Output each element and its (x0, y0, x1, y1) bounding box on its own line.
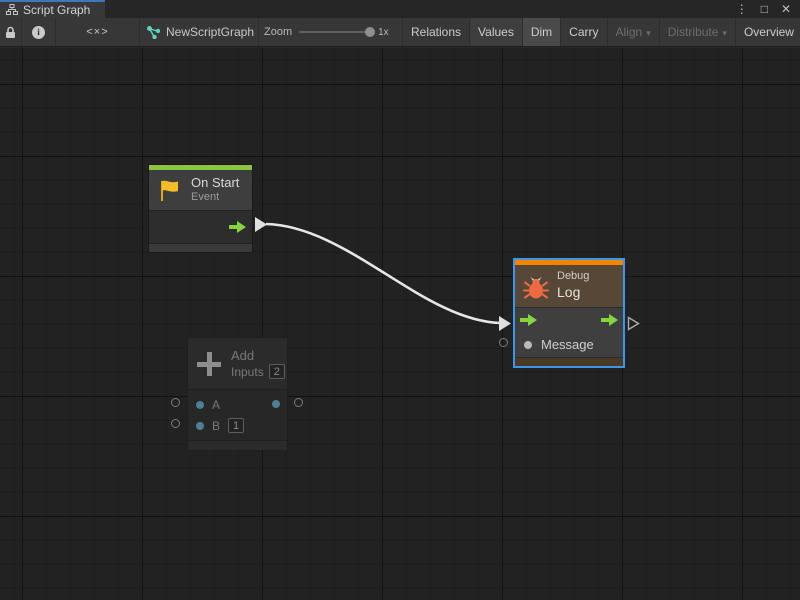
lock-button[interactable] (0, 18, 22, 46)
on-start-header: On Start Event (149, 170, 252, 210)
info-icon: i (32, 26, 45, 39)
connection-end-arrowhead-icon (499, 316, 511, 331)
value-port-dot-icon[interactable] (196, 422, 204, 430)
flow-input-port-icon[interactable] (520, 314, 537, 326)
port-b-value-field[interactable]: 1 (228, 418, 244, 433)
message-input-ring-icon[interactable] (499, 338, 508, 347)
debug-log-header: Debug Log (515, 265, 623, 307)
window-controls: ⋮ □ ✕ (736, 0, 800, 18)
bug-icon (523, 273, 549, 300)
button-label: Carry (569, 25, 598, 39)
code-preview-button[interactable]: <×> (56, 18, 140, 46)
info-button[interactable]: i (22, 18, 56, 46)
flow-output-port-icon[interactable] (229, 221, 246, 233)
button-label: Dim (531, 25, 552, 39)
input-b-ring-icon[interactable] (171, 419, 180, 428)
zoom-label: Zoom (264, 26, 292, 38)
overview-button[interactable]: Overview (736, 18, 800, 46)
port-row-b[interactable]: B 1 (188, 415, 287, 436)
align-button[interactable]: Align ▾ (608, 18, 660, 46)
debug-log-ports: Message (515, 307, 623, 357)
value-output-dot-icon[interactable] (272, 400, 280, 408)
zoom-slider-handle[interactable] (365, 27, 375, 37)
button-label: Align (616, 25, 643, 39)
relations-button[interactable]: Relations (403, 18, 470, 46)
graph-hierarchy-icon (6, 4, 18, 16)
button-label: Relations (411, 25, 461, 39)
port-label: Message (541, 337, 594, 352)
inputs-count-field[interactable]: 2 (269, 364, 285, 379)
values-button[interactable]: Values (470, 18, 523, 46)
connection-layer (0, 48, 800, 600)
node-footer (515, 357, 623, 366)
code-icon: <×> (86, 26, 108, 38)
close-icon[interactable]: ✕ (781, 3, 791, 15)
tab-bar: Script Graph ⋮ □ ✕ (0, 0, 800, 18)
input-a-ring-icon[interactable] (171, 398, 180, 407)
button-label: Values (478, 25, 514, 39)
port-label: A (212, 398, 220, 412)
menu-icon[interactable]: ⋮ (736, 3, 748, 15)
node-category: Debug (557, 270, 589, 284)
node-footer (188, 440, 287, 450)
zoom-slider[interactable] (299, 31, 371, 33)
add-header: Add Inputs 2 (188, 338, 287, 389)
graph-canvas[interactable]: On Start Event (0, 48, 800, 600)
on-start-event-node[interactable]: On Start Event (148, 164, 253, 253)
node-subtitle: Event (191, 191, 239, 205)
plus-icon (197, 352, 221, 376)
distribute-button[interactable]: Distribute ▾ (660, 18, 736, 46)
message-port-row[interactable]: Message (515, 332, 623, 357)
node-title: Log (557, 284, 589, 302)
flow-connection-wire[interactable] (266, 224, 500, 323)
port-label: B (212, 419, 220, 433)
graph-name: NewScriptGraph (166, 25, 254, 39)
output-ring-icon[interactable] (294, 398, 303, 407)
zoom-control: Zoom 1x (259, 18, 403, 46)
button-label: Distribute (668, 25, 719, 39)
debug-log-node[interactable]: Debug Log Message (513, 258, 625, 368)
add-ports: A B 1 (188, 389, 287, 440)
zoom-value: 1x (378, 27, 389, 38)
value-port-dot-icon[interactable] (524, 341, 532, 349)
node-title: On Start (191, 175, 239, 191)
graph-toolbar: i <×> NewScriptGraph Zoom 1x Re (0, 18, 800, 47)
port-row-a[interactable]: A (188, 394, 287, 415)
chevron-down-icon: ▾ (646, 28, 651, 39)
value-port-dot-icon[interactable] (196, 401, 204, 409)
node-subtitle: Inputs (231, 365, 264, 379)
dim-button[interactable]: Dim (523, 18, 561, 46)
tab-title: Script Graph (23, 3, 90, 17)
node-footer (149, 243, 252, 252)
connection-start-arrowhead-icon (255, 217, 267, 232)
add-node-dimmed[interactable]: Add Inputs 2 A B 1 (187, 337, 288, 451)
flag-icon (157, 178, 183, 203)
script-graph-window: Script Graph ⋮ □ ✕ i <×> (0, 0, 800, 600)
tab-script-graph[interactable]: Script Graph (0, 0, 105, 18)
lock-icon (5, 26, 16, 39)
script-graph-asset-icon (147, 26, 160, 39)
button-label: Overview (744, 25, 794, 39)
maximize-icon[interactable]: □ (761, 3, 768, 15)
carry-button[interactable]: Carry (561, 18, 607, 46)
flow-output-port-icon[interactable] (601, 314, 618, 326)
flow-continuation-triangle-icon[interactable] (627, 316, 640, 331)
graph-asset-button[interactable]: NewScriptGraph (140, 18, 259, 46)
node-title: Add (231, 348, 285, 364)
chevron-down-icon: ▾ (722, 28, 727, 39)
flow-port-row (515, 308, 623, 332)
on-start-ports (149, 210, 252, 243)
